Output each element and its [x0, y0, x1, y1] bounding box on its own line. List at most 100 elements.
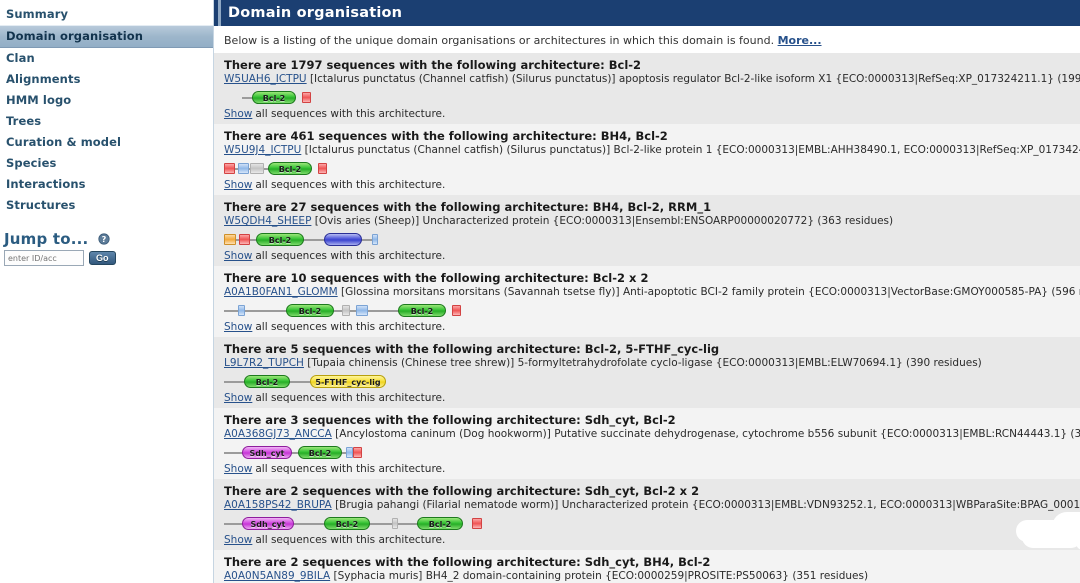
- architecture-block: There are 1797 sequences with the follow…: [214, 53, 1080, 124]
- show-suffix-text: all sequences with this architecture.: [255, 179, 446, 191]
- domain-box[interactable]: Bcl-2: [244, 375, 290, 388]
- help-question-icon[interactable]: ?: [98, 231, 110, 245]
- motif-box[interactable]: [372, 234, 378, 245]
- show-suffix-text: all sequences with this architecture.: [255, 321, 446, 333]
- sequence-line: W5QDH4_SHEEP [Ovis aries (Sheep)] Unchar…: [224, 215, 1080, 229]
- sidebar-item-curation-model[interactable]: Curation & model: [0, 132, 213, 153]
- show-all-line: Show all sequences with this architecture…: [224, 462, 1080, 475]
- domain-graphic[interactable]: Bcl-2: [224, 89, 1080, 106]
- domain-graphic[interactable]: Bcl-2: [224, 160, 1080, 177]
- motif-box[interactable]: [452, 305, 461, 316]
- domain-box[interactable]: Bcl-2: [252, 91, 296, 104]
- sidebar-item-interactions[interactable]: Interactions: [0, 174, 213, 195]
- motif-box[interactable]: [238, 305, 245, 316]
- motif-box[interactable]: [238, 163, 249, 174]
- sequence-description: [Ancylostoma caninum (Dog hookworm)] Put…: [331, 428, 1080, 440]
- accession-link[interactable]: W5UAH6_ICTPU: [224, 73, 307, 85]
- domain-box[interactable]: [324, 233, 362, 246]
- domain-box[interactable]: Bcl-2: [398, 304, 446, 317]
- architecture-heading: There are 1797 sequences with the follow…: [224, 58, 642, 72]
- intro-paragraph: Below is a listing of the unique domain …: [214, 26, 1080, 53]
- architecture-heading: There are 2 sequences with the following…: [224, 484, 700, 498]
- show-all-line: Show all sequences with this architecture…: [224, 178, 1080, 191]
- accession-link[interactable]: W5U9J4_ICTPU: [224, 144, 301, 156]
- show-suffix-text: all sequences with this architecture.: [255, 250, 446, 262]
- domain-box[interactable]: Bcl-2: [256, 233, 304, 246]
- architecture-heading: There are 10 sequences with the followin…: [224, 271, 649, 285]
- accession-link[interactable]: L9L7R2_TUPCH: [224, 357, 304, 369]
- show-suffix-text: all sequences with this architecture.: [255, 534, 446, 546]
- sidebar: Summary Domain organisation Clan Alignments…: [0, 0, 214, 583]
- architecture-heading: There are 461 sequences with the followi…: [224, 129, 668, 143]
- sidebar-item-trees[interactable]: Trees: [0, 111, 213, 132]
- sequence-description: [Glossina morsitans morsitans (Savannah …: [337, 286, 1080, 298]
- motif-box[interactable]: [250, 163, 264, 174]
- architecture-block: There are 5 sequences with the following…: [214, 337, 1080, 408]
- accession-link[interactable]: A0A0N5AN89_9BILA: [224, 570, 330, 582]
- motif-box[interactable]: [224, 234, 236, 245]
- motif-box[interactable]: [392, 518, 398, 529]
- jump-to-label: Jump to...: [4, 230, 89, 248]
- domain-box[interactable]: Bcl-2: [417, 517, 463, 530]
- motif-box[interactable]: [224, 163, 235, 174]
- accession-link[interactable]: A0A1B0FAN1_GLOMM: [224, 286, 338, 298]
- intro-text: Below is a listing of the unique domain …: [224, 34, 775, 47]
- motif-box[interactable]: [239, 234, 250, 245]
- show-link[interactable]: Show: [224, 179, 252, 191]
- motif-box[interactable]: [318, 163, 327, 174]
- show-all-line: Show all sequences with this architecture…: [224, 391, 1080, 404]
- show-link[interactable]: Show: [224, 392, 252, 404]
- show-link[interactable]: Show: [224, 250, 252, 262]
- domain-box[interactable]: 5-FTHF_cyc-lig: [310, 375, 386, 388]
- domain-box[interactable]: Bcl-2: [286, 304, 334, 317]
- domain-box[interactable]: Sdh_cyt: [242, 517, 294, 530]
- show-link[interactable]: Show: [224, 321, 252, 333]
- show-all-line: Show all sequences with this architecture…: [224, 107, 1080, 120]
- domain-box[interactable]: Bcl-2: [268, 162, 312, 175]
- show-all-line: Show all sequences with this architecture…: [224, 320, 1080, 333]
- motif-box[interactable]: [346, 447, 353, 458]
- motif-box[interactable]: [472, 518, 482, 529]
- domain-graphic[interactable]: Sdh_cyt Bcl-2 Bcl-2: [224, 515, 1080, 532]
- domain-box[interactable]: Sdh_cyt: [242, 446, 292, 459]
- architecture-block: There are 10 sequences with the followin…: [214, 266, 1080, 337]
- show-link[interactable]: Show: [224, 108, 252, 120]
- accession-link[interactable]: W5QDH4_SHEEP: [224, 215, 311, 227]
- sidebar-item-species[interactable]: Species: [0, 153, 213, 174]
- sidebar-item-domain-organisation[interactable]: Domain organisation: [0, 25, 213, 48]
- domain-graphic[interactable]: Bcl-2 5-FTHF_cyc-lig: [224, 373, 1080, 390]
- accession-link[interactable]: A0A158PS42_BRUPA: [224, 499, 332, 511]
- architecture-heading: There are 2 sequences with the following…: [224, 555, 711, 569]
- motif-box[interactable]: [356, 305, 368, 316]
- jump-to-input[interactable]: [4, 250, 84, 266]
- architecture-list: There are 1797 sequences with the follow…: [214, 53, 1080, 583]
- sequence-description: [Ictalurus punctatus (Channel catfish) (…: [306, 73, 1080, 85]
- show-suffix-text: all sequences with this architecture.: [255, 463, 446, 475]
- architecture-block: There are 3 sequences with the following…: [214, 408, 1080, 479]
- motif-box[interactable]: [353, 447, 362, 458]
- sidebar-item-summary[interactable]: Summary: [0, 4, 213, 25]
- domain-box[interactable]: Bcl-2: [324, 517, 370, 530]
- sequence-description: [Syphacia muris] BH4_2 domain-containing…: [330, 570, 869, 582]
- sidebar-item-alignments[interactable]: Alignments: [0, 69, 213, 90]
- sidebar-nav: Summary Domain organisation Clan Alignments…: [0, 4, 213, 216]
- page-title: Domain organisation: [214, 0, 1080, 26]
- show-link[interactable]: Show: [224, 463, 252, 475]
- accession-link[interactable]: A0A368GJ73_ANCCA: [224, 428, 332, 440]
- domain-graphic[interactable]: Bcl-2 Bcl-2: [224, 302, 1080, 319]
- sidebar-item-structures[interactable]: Structures: [0, 195, 213, 216]
- show-link[interactable]: Show: [224, 534, 252, 546]
- domain-graphic[interactable]: Bcl-2: [224, 231, 1080, 248]
- domain-box[interactable]: Bcl-2: [298, 446, 342, 459]
- motif-box[interactable]: [342, 305, 350, 316]
- domain-graphic[interactable]: Sdh_cyt Bcl-2: [224, 444, 1080, 461]
- architecture-heading: There are 5 sequences with the following…: [224, 342, 720, 356]
- sidebar-item-clan[interactable]: Clan: [0, 48, 213, 69]
- sidebar-item-hmm-logo[interactable]: HMM logo: [0, 90, 213, 111]
- sequence-line: L9L7R2_TUPCH [Tupaia chinensis (Chinese …: [224, 357, 1080, 371]
- go-button[interactable]: Go: [89, 251, 116, 265]
- architecture-block: There are 27 sequences with the followin…: [214, 195, 1080, 266]
- motif-box[interactable]: [302, 92, 311, 103]
- more-link[interactable]: More...: [778, 34, 822, 47]
- main-content: Domain organisation Below is a listing o…: [214, 0, 1080, 583]
